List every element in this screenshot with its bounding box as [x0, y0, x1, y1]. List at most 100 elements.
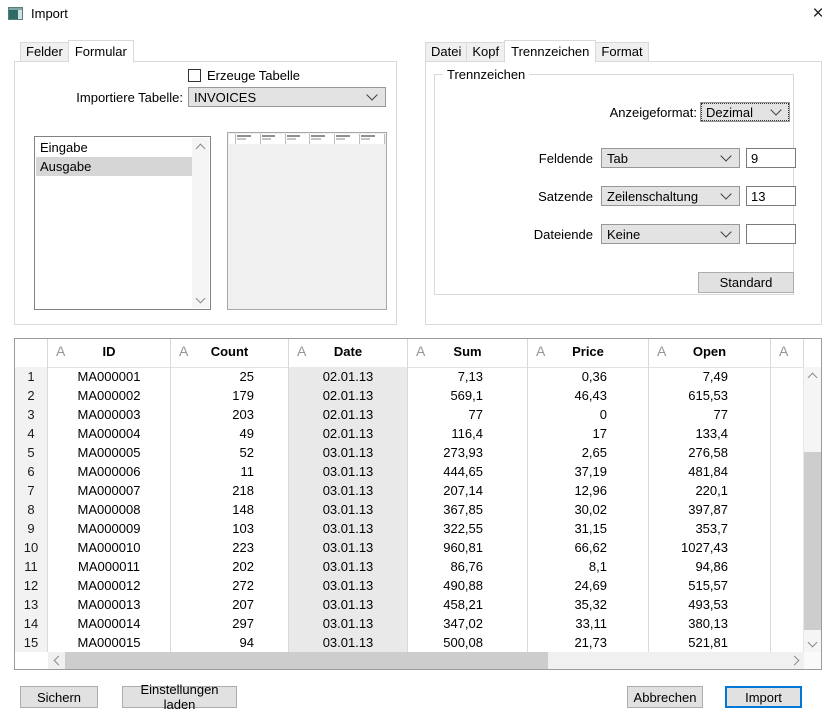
scroll-down-icon[interactable] [804, 635, 821, 652]
vertical-scrollbar[interactable] [803, 367, 821, 652]
column-header-price[interactable]: APrice [528, 339, 649, 367]
cell-open: 353,7 [649, 519, 771, 538]
column-header-id[interactable]: AID [48, 339, 171, 367]
separator-code-field-dateiende[interactable] [746, 224, 796, 244]
table-row[interactable]: 9MA00000910303.01.13322,5531,15353,7 [15, 519, 804, 538]
scroll-down-icon[interactable] [192, 291, 209, 308]
cell-count: 52 [171, 443, 289, 462]
cell-price: 37,19 [528, 462, 649, 481]
column-header-count[interactable]: ACount [171, 339, 289, 367]
left-tab-strip: FelderFormular [20, 40, 133, 62]
table-row[interactable]: 11MA00001120203.01.1386,768,194,86 [15, 557, 804, 576]
separator-code-field-satzende[interactable] [746, 186, 796, 206]
cell-id: MA000007 [48, 481, 171, 500]
column-header-open[interactable]: AOpen [649, 339, 771, 367]
import-table-combobox[interactable]: INVOICES [188, 87, 386, 107]
list-item-ausgabe[interactable]: Ausgabe [36, 157, 192, 176]
tab-felder[interactable]: Felder [20, 42, 69, 62]
cell-extra [771, 557, 804, 576]
cell-id: MA000004 [48, 424, 171, 443]
scroll-left-icon[interactable] [48, 652, 65, 669]
display-format-combobox[interactable]: Dezimal [700, 102, 790, 122]
tab-trennzeichen[interactable]: Trennzeichen [504, 40, 596, 63]
row-number: 13 [15, 595, 48, 614]
chevron-down-icon [720, 188, 731, 199]
cell-price: 31,15 [528, 519, 649, 538]
table-row[interactable]: 5MA0000055203.01.13273,932,65276,58 [15, 443, 804, 462]
io-listbox[interactable]: EingabeAusgabe [34, 136, 211, 310]
separator-combobox-dateiende[interactable]: Keine [601, 224, 740, 244]
row-number: 6 [15, 462, 48, 481]
cell-extra [771, 519, 804, 538]
column-title: Count [171, 344, 288, 359]
table-row[interactable]: 6MA0000061103.01.13444,6537,19481,84 [15, 462, 804, 481]
import-table-value: INVOICES [194, 90, 364, 105]
tab-kopf[interactable]: Kopf [466, 42, 505, 62]
scroll-up-icon[interactable] [804, 367, 821, 384]
table-row[interactable]: 8MA00000814803.01.13367,8530,02397,87 [15, 500, 804, 519]
combobox-value: Zeilenschaltung [607, 189, 718, 204]
listbox-scrollbar[interactable] [192, 138, 209, 308]
row-number: 7 [15, 481, 48, 500]
standard-button[interactable]: Standard [698, 272, 794, 293]
import-button[interactable]: Import [725, 686, 802, 708]
preview-column [236, 134, 261, 144]
tab-formular[interactable]: Formular [68, 40, 134, 63]
list-item-eingabe[interactable]: Eingabe [36, 138, 192, 157]
cell-extra [771, 367, 804, 386]
column-header-date[interactable]: ADate [289, 339, 408, 367]
cell-price: 46,43 [528, 386, 649, 405]
create-table-checkbox[interactable] [188, 69, 201, 82]
chevron-down-icon [720, 226, 731, 237]
table-row[interactable]: 14MA00001429703.01.13347,0233,11380,13 [15, 614, 804, 633]
tab-format[interactable]: Format [595, 42, 648, 62]
table-row[interactable]: 15MA0000159403.01.13500,0821,73521,81 [15, 633, 804, 652]
cell-open: 133,4 [649, 424, 771, 443]
scroll-up-icon[interactable] [192, 138, 209, 155]
scrollbar-corner [804, 652, 821, 669]
cell-count: 25 [171, 367, 289, 386]
scroll-right-icon[interactable] [787, 652, 804, 669]
close-icon[interactable]: × [804, 2, 832, 26]
cell-open: 276,58 [649, 443, 771, 462]
save-button[interactable]: Sichern [20, 686, 98, 708]
preview-gutter [229, 134, 236, 144]
separator-row-label-feldende: Feldende [493, 151, 593, 166]
cell-sum: 458,21 [408, 595, 528, 614]
cell-extra [771, 405, 804, 424]
cell-count: 49 [171, 424, 289, 443]
row-number: 3 [15, 405, 48, 424]
separator-combobox-feldende[interactable]: Tab [601, 148, 740, 168]
horizontal-scrollbar[interactable] [48, 652, 804, 669]
column-header-sum[interactable]: ASum [408, 339, 528, 367]
cell-open: 397,87 [649, 500, 771, 519]
cell-date: 03.01.13 [289, 633, 408, 652]
cell-extra [771, 386, 804, 405]
cell-extra [771, 424, 804, 443]
table-row[interactable]: 10MA00001022303.01.13960,8166,621027,43 [15, 538, 804, 557]
cell-count: 103 [171, 519, 289, 538]
separator-combobox-satzende[interactable]: Zeilenschaltung [601, 186, 740, 206]
preview-column [261, 134, 286, 144]
tab-datei[interactable]: Datei [425, 42, 467, 62]
table-row[interactable]: 12MA00001227203.01.13490,8824,69515,57 [15, 576, 804, 595]
vertical-scroll-thumb[interactable] [804, 452, 821, 630]
table-row[interactable]: 13MA00001320703.01.13458,2135,32493,53 [15, 595, 804, 614]
cell-open: 493,53 [649, 595, 771, 614]
table-row[interactable]: 4MA0000044902.01.13116,417133,4 [15, 424, 804, 443]
separator-code-field-feldende[interactable] [746, 148, 796, 168]
cell-extra [771, 576, 804, 595]
cell-price: 0,36 [528, 367, 649, 386]
cell-id: MA000014 [48, 614, 171, 633]
table-row[interactable]: 3MA00000320302.01.1377077 [15, 405, 804, 424]
cell-id: MA000008 [48, 500, 171, 519]
cell-id: MA000005 [48, 443, 171, 462]
combobox-value: Keine [607, 227, 718, 242]
table-row[interactable]: 1MA0000012502.01.137,130,367,49 [15, 367, 804, 386]
horizontal-scroll-thumb[interactable] [65, 652, 548, 669]
table-row[interactable]: 2MA00000217902.01.13569,146,43615,53 [15, 386, 804, 405]
cell-price: 2,65 [528, 443, 649, 462]
load-settings-button[interactable]: Einstellungen laden [122, 686, 237, 708]
cancel-button[interactable]: Abbrechen [627, 686, 703, 708]
table-row[interactable]: 7MA00000721803.01.13207,1412,96220,1 [15, 481, 804, 500]
